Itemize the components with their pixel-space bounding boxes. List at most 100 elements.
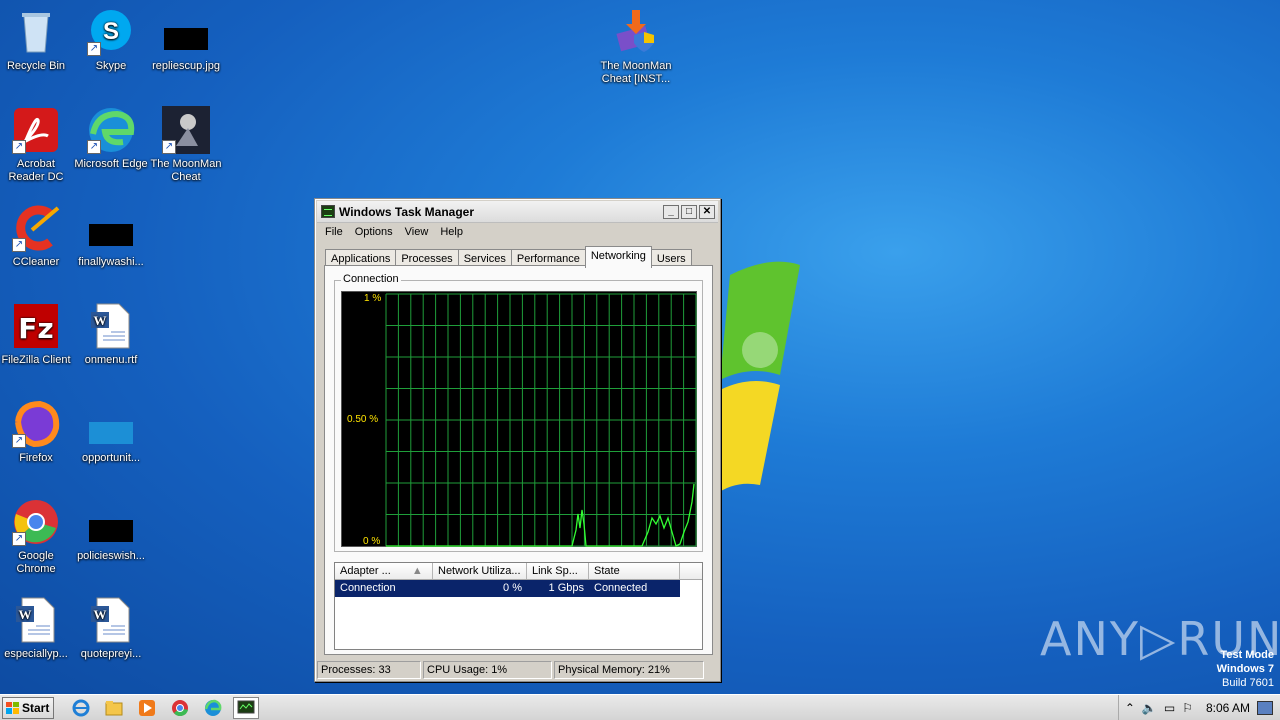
svg-text:S: S bbox=[103, 18, 119, 45]
media-player-taskbar-icon[interactable] bbox=[134, 697, 160, 719]
show-hidden-icons-icon[interactable]: ⌃ bbox=[1125, 701, 1135, 715]
show-desktop-button[interactable] bbox=[1257, 700, 1273, 715]
column-state[interactable]: State bbox=[589, 563, 680, 579]
desktop-icon-moonman[interactable]: ↗ The MoonMan Cheat bbox=[148, 106, 224, 184]
shortcut-arrow-icon: ↗ bbox=[12, 238, 26, 252]
icon-label: finallywashi... bbox=[78, 256, 144, 268]
icon-label: CCleaner bbox=[12, 256, 60, 268]
moonman-app-icon: ↗ bbox=[162, 106, 210, 154]
shortcut-arrow-icon: ↗ bbox=[12, 140, 26, 154]
menu-options[interactable]: Options bbox=[349, 226, 399, 238]
column-link-speed[interactable]: Link Sp... bbox=[527, 563, 589, 579]
desktop-icon-finallywashi[interactable]: finallywashi... bbox=[73, 204, 149, 269]
table-row[interactable]: Connection 0 % 1 Gbps Connected bbox=[335, 580, 680, 597]
taskbar: Start ⌃ 🔈 ▭ ⚐ 8:06 AM bbox=[0, 694, 1280, 720]
windows-flag-icon bbox=[6, 701, 19, 714]
acrobat-icon: ↗ bbox=[12, 106, 60, 154]
graph-plot bbox=[385, 293, 697, 547]
icon-label: Firefox bbox=[19, 452, 53, 464]
desktop-icon-edge[interactable]: ↗ Microsoft Edge bbox=[73, 106, 149, 171]
clock[interactable]: 8:06 AM bbox=[1206, 701, 1250, 715]
icon-label: onmenu.rtf bbox=[84, 354, 138, 366]
cell-utilization: 0 % bbox=[503, 582, 522, 594]
volume-icon[interactable]: 🔈 bbox=[1142, 701, 1157, 715]
icon-label: Acrobat Reader DC bbox=[8, 158, 64, 183]
status-memory: Physical Memory: 21% bbox=[554, 661, 704, 679]
cell-link-speed: 1 Gbps bbox=[548, 582, 584, 594]
desktop-icon-ccleaner[interactable]: ↗ CCleaner bbox=[0, 204, 74, 269]
system-tray: ⌃ 🔈 ▭ ⚐ 8:06 AM bbox=[1117, 695, 1280, 720]
recycle-bin-icon bbox=[12, 8, 60, 56]
icon-label: repliescup.jpg bbox=[152, 60, 220, 72]
column-utilization[interactable]: Network Utiliza... bbox=[433, 563, 527, 579]
title-bar[interactable]: Windows Task Manager _ □ ✕ bbox=[317, 201, 718, 223]
icon-label: The MoonMan Cheat [INST... bbox=[600, 60, 672, 85]
list-header: Adapter ... ▲ Network Utiliza... Link Sp… bbox=[335, 563, 702, 580]
icon-label: policieswish... bbox=[77, 550, 145, 562]
menu-help[interactable]: Help bbox=[434, 226, 469, 238]
status-processes: Processes: 33 bbox=[317, 661, 421, 679]
chrome-taskbar-icon[interactable] bbox=[167, 697, 193, 719]
adapter-list[interactable]: Adapter ... ▲ Network Utiliza... Link Sp… bbox=[334, 562, 703, 650]
explorer-taskbar-icon[interactable] bbox=[101, 697, 127, 719]
desktop-icon-onmenu[interactable]: W onmenu.rtf bbox=[73, 302, 149, 367]
connection-group: Connection 1 % 0.50 % 0 % bbox=[334, 273, 703, 552]
ie-taskbar-icon[interactable] bbox=[68, 697, 94, 719]
file-icon bbox=[87, 498, 135, 546]
filezilla-icon: Fz bbox=[12, 302, 60, 350]
desktop-icon-filezilla[interactable]: Fz FileZilla Client bbox=[0, 302, 74, 367]
action-center-flag-icon[interactable]: ⚐ bbox=[1182, 701, 1193, 715]
menu-file[interactable]: File bbox=[319, 226, 349, 238]
desktop-icon-especiallyp[interactable]: W especiallyp... bbox=[0, 596, 74, 661]
networking-panel: Connection 1 % 0.50 % 0 % Adapter ... ▲ … bbox=[324, 265, 713, 655]
edge-taskbar-icon[interactable] bbox=[200, 697, 226, 719]
icon-label: The MoonMan Cheat bbox=[150, 158, 222, 183]
desktop-icon-skype[interactable]: S ↗ Skype bbox=[73, 8, 149, 73]
ccleaner-icon: ↗ bbox=[12, 204, 60, 252]
menu-view[interactable]: View bbox=[399, 226, 435, 238]
test-mode-label: Test Mode bbox=[1220, 649, 1274, 661]
desktop-icon-chrome[interactable]: ↗ Google Chrome bbox=[0, 498, 74, 576]
icon-label: Google Chrome bbox=[16, 550, 56, 575]
column-adapter[interactable]: Adapter ... ▲ bbox=[335, 563, 433, 579]
icon-label: especiallyp... bbox=[4, 648, 68, 660]
task-manager-window[interactable]: Windows Task Manager _ □ ✕ File Options … bbox=[314, 198, 721, 682]
shortcut-arrow-icon: ↗ bbox=[12, 434, 26, 448]
test-mode-notice: Test Mode Windows 7 Build 7601 bbox=[1217, 648, 1274, 690]
skype-icon: S ↗ bbox=[87, 8, 135, 56]
icon-label: quotepreyi... bbox=[80, 648, 142, 660]
maximize-button[interactable]: □ bbox=[681, 204, 697, 219]
icon-label: Recycle Bin bbox=[6, 60, 66, 72]
desktop-icon-quotepreyi[interactable]: W quotepreyi... bbox=[73, 596, 149, 661]
icon-label: Skype bbox=[95, 60, 127, 72]
installer-icon bbox=[612, 8, 660, 56]
shortcut-arrow-icon: ↗ bbox=[162, 140, 176, 154]
image-file-icon bbox=[162, 8, 210, 56]
desktop-icon-moonman-installer[interactable]: The MoonMan Cheat [INST... bbox=[598, 8, 674, 86]
start-label: Start bbox=[22, 700, 50, 715]
network-graph: 1 % 0.50 % 0 % bbox=[341, 291, 697, 547]
edge-icon: ↗ bbox=[87, 106, 135, 154]
status-cpu: CPU Usage: 1% bbox=[423, 661, 552, 679]
icon-label: Microsoft Edge bbox=[74, 158, 148, 170]
minimize-button[interactable]: _ bbox=[663, 204, 679, 219]
desktop-icon-opportunit[interactable]: opportunit... bbox=[73, 400, 149, 465]
os-label: Windows 7 bbox=[1216, 663, 1274, 675]
desktop-icon-acrobat[interactable]: ↗ Acrobat Reader DC bbox=[0, 106, 74, 184]
start-button[interactable]: Start bbox=[2, 696, 54, 719]
shortcut-arrow-icon: ↗ bbox=[87, 42, 101, 56]
word-document-icon: W bbox=[87, 596, 135, 644]
network-icon[interactable]: ▭ bbox=[1164, 701, 1175, 715]
build-label: Build 7601 bbox=[1222, 677, 1274, 689]
tab-networking[interactable]: Networking bbox=[584, 246, 652, 268]
desktop-icon-firefox[interactable]: ↗ Firefox bbox=[0, 400, 74, 465]
task-manager-taskbar-icon[interactable] bbox=[233, 696, 259, 719]
word-document-icon: W bbox=[12, 596, 60, 644]
desktop-icon-policieswish[interactable]: policieswish... bbox=[73, 498, 149, 563]
desktop-icon-recycle-bin[interactable]: Recycle Bin bbox=[0, 8, 74, 73]
close-button[interactable]: ✕ bbox=[699, 204, 715, 219]
sort-arrow-icon: ▲ bbox=[411, 565, 423, 577]
cell-state: Connected bbox=[594, 582, 648, 594]
desktop-icon-repliescup[interactable]: repliescup.jpg bbox=[148, 8, 224, 73]
window-title: Windows Task Manager bbox=[339, 204, 475, 219]
